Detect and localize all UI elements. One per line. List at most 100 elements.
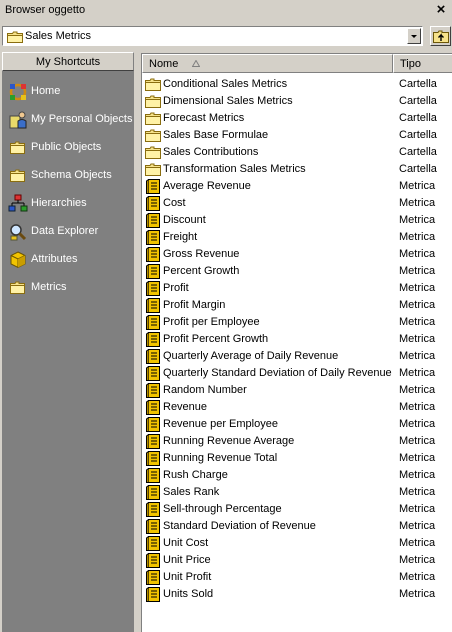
item-name: Running Revenue Total (163, 452, 278, 464)
metric-icon (146, 383, 160, 398)
folder-icon (7, 31, 23, 43)
item-type: Metrica (399, 401, 436, 413)
list-item[interactable]: Revenue Metrica (142, 399, 452, 416)
folder-icon (145, 129, 161, 142)
item-type: Cartella (399, 163, 437, 175)
item-type: Metrica (399, 367, 436, 379)
shortcut-label: Data Explorer (31, 225, 99, 237)
item-type: Metrica (399, 486, 436, 498)
list-item[interactable]: Profit per Employee Metrica (142, 314, 452, 331)
list-item[interactable]: Units Sold Metrica (142, 586, 452, 603)
item-type: Metrica (399, 248, 436, 260)
item-name: Units Sold (163, 588, 214, 600)
list-item[interactable]: Rush Charge Metrica (142, 467, 452, 484)
list-item[interactable]: Sales Contributions Cartella (142, 144, 452, 161)
metric-icon (146, 417, 160, 432)
list-item[interactable]: Percent Growth Metrica (142, 263, 452, 280)
shortcut-label: Public Objects (31, 141, 102, 153)
item-name: Gross Revenue (163, 248, 240, 260)
metric-icon (146, 536, 160, 551)
item-name: Sales Base Formulae (163, 129, 269, 141)
column-header-name[interactable]: Nome (142, 54, 393, 73)
list-item[interactable]: Sales Base Formulae Cartella (142, 127, 452, 144)
item-name: Unit Profit (163, 571, 212, 583)
location-combobox[interactable]: Sales Metrics (2, 26, 423, 46)
item-name: Average Revenue (163, 180, 251, 192)
shortcuts-header[interactable]: My Shortcuts (2, 52, 134, 71)
list-item[interactable]: Profit Percent Growth Metrica (142, 331, 452, 348)
folder-icon (145, 78, 161, 91)
metric-icon (146, 587, 160, 602)
list-item[interactable]: Running Revenue Average Metrica (142, 433, 452, 450)
item-type: Metrica (399, 571, 436, 583)
item-name: Quarterly Average of Daily Revenue (163, 350, 339, 362)
list-item[interactable]: Forecast Metrics Cartella (142, 110, 452, 127)
list-item[interactable]: Profit Margin Metrica (142, 297, 452, 314)
item-type: Metrica (399, 435, 436, 447)
item-type: Metrica (399, 418, 436, 430)
item-type: Metrica (399, 180, 436, 192)
list-item[interactable]: Sell-through Percentage Metrica (142, 501, 452, 518)
list-item[interactable]: Transformation Sales Metrics Cartella (142, 161, 452, 178)
attribute-cube-icon (10, 251, 26, 269)
list-item[interactable]: Quarterly Standard Deviation of Daily Re… (142, 365, 452, 382)
item-type: Cartella (399, 146, 437, 158)
list-item[interactable]: Unit Profit Metrica (142, 569, 452, 586)
list-item[interactable]: Conditional Sales Metrics Cartella (142, 76, 452, 93)
metric-icon (146, 247, 160, 262)
item-name: Profit per Employee (163, 316, 260, 328)
folder-icon (10, 281, 25, 294)
list-item[interactable]: Cost Metrica (142, 195, 452, 212)
metric-icon (146, 315, 160, 330)
metric-icon (146, 485, 160, 500)
list-item[interactable]: Random Number Metrica (142, 382, 452, 399)
personal-objects-icon (9, 111, 27, 129)
item-name: Rush Charge (163, 469, 228, 481)
item-name: Sell-through Percentage (163, 503, 282, 515)
item-name: Unit Cost (163, 537, 209, 549)
folder-icon (145, 112, 161, 125)
data-explorer-icon (10, 224, 27, 241)
column-header-name-label: Nome (149, 58, 179, 70)
list-item[interactable]: Standard Deviation of Revenue Metrica (142, 518, 452, 535)
item-type: Metrica (399, 588, 436, 600)
close-icon[interactable]: × (434, 2, 448, 18)
metric-icon (146, 434, 160, 449)
item-type: Metrica (399, 384, 436, 396)
metric-icon (146, 451, 160, 466)
item-name: Profit (163, 282, 189, 294)
item-type: Metrica (399, 520, 436, 532)
item-name: Random Number (163, 384, 247, 396)
list-item[interactable]: Freight Metrica (142, 229, 452, 246)
metric-icon (146, 468, 160, 483)
list-item[interactable]: Sales Rank Metrica (142, 484, 452, 501)
item-name: Profit Percent Growth (163, 333, 269, 345)
item-type: Metrica (399, 231, 436, 243)
item-name: Freight (163, 231, 198, 243)
item-name: Dimensional Sales Metrics (163, 95, 293, 107)
list-item[interactable]: Revenue per Employee Metrica (142, 416, 452, 433)
list-item[interactable]: Unit Price Metrica (142, 552, 452, 569)
folder-icon (145, 95, 161, 108)
list-item[interactable]: Average Revenue Metrica (142, 178, 452, 195)
list-item[interactable]: Discount Metrica (142, 212, 452, 229)
list-item[interactable]: Gross Revenue Metrica (142, 246, 452, 263)
list-item[interactable]: Dimensional Sales Metrics Cartella (142, 93, 452, 110)
column-header-type[interactable]: Tipo (393, 54, 452, 73)
metric-icon (146, 400, 160, 415)
list-item[interactable]: Profit Metrica (142, 280, 452, 297)
metric-icon (146, 349, 160, 364)
window-title: Browser oggetto (5, 4, 86, 16)
pane-splitter[interactable] (134, 52, 140, 632)
item-type: Metrica (399, 265, 436, 277)
metric-icon (146, 213, 160, 228)
item-name: Percent Growth (163, 265, 240, 277)
item-type: Metrica (399, 469, 436, 481)
dropdown-arrow-icon[interactable] (407, 28, 421, 44)
item-type: Metrica (399, 554, 436, 566)
list-item[interactable]: Quarterly Average of Daily Revenue Metric… (142, 348, 452, 365)
metric-icon (146, 298, 160, 313)
list-item[interactable]: Running Revenue Total Metrica (142, 450, 452, 467)
up-one-level-button[interactable] (430, 26, 451, 46)
list-item[interactable]: Unit Cost Metrica (142, 535, 452, 552)
